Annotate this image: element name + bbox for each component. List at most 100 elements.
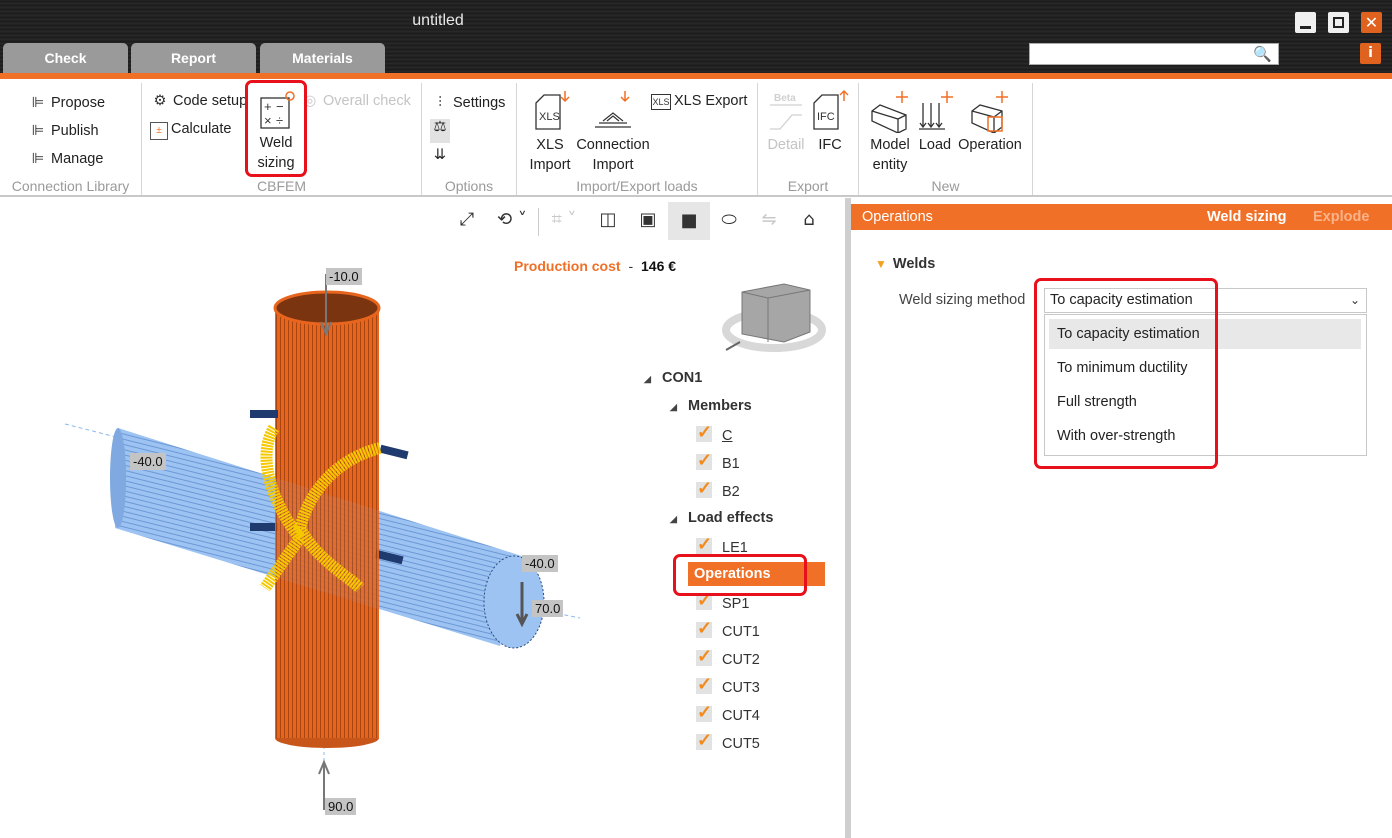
tree-members[interactable]: ◢ Members [670,394,752,418]
chevron-down-icon: ⌄ [1349,293,1360,307]
close-button[interactable]: ✕ [1361,12,1382,33]
panel-header: Operations Weld sizing Explode [851,204,1392,230]
group-label: Import/Export loads [576,178,698,194]
welds-section[interactable]: ▼ Welds [875,256,935,272]
mirror-icon[interactable]: ⇋ [755,206,783,234]
expand-triangle-icon: ▼ [875,257,887,271]
wireframe-view-icon[interactable]: ◫ [594,206,622,234]
column-front [275,458,379,738]
xls-import-icon: XLS [535,91,570,130]
toolbar-divider [538,208,539,236]
xls-export-icon: XLS [651,94,671,110]
balance-button[interactable]: ⚖ [430,119,450,143]
view-cube[interactable] [722,276,828,356]
group-label: New [931,178,960,194]
checkbox[interactable] [696,532,712,556]
search-icon: 🔍 [1253,45,1272,63]
minimize-button[interactable] [1295,12,1316,33]
checkbox[interactable] [696,616,712,640]
collapse-triangle-icon: ◢ [670,402,677,412]
group-export: Beta Detail IFC IFC Export [758,83,859,195]
tree-item-member[interactable]: B1 [696,448,740,476]
code-setup-button[interactable]: ⚙ Code setup [150,93,248,109]
tree-item-operation[interactable]: CUT3 [696,672,760,700]
operation-icon [971,91,1008,133]
crop-icon[interactable]: ⌗ ˅ [542,206,586,234]
home-view-icon[interactable]: ⌂ [795,206,823,234]
tab-report[interactable]: Report [131,43,256,74]
checkbox[interactable] [696,644,712,668]
tree-load-effects[interactable]: ◢ Load effects [670,506,773,530]
load-percent-button[interactable]: ⇊ [430,147,450,163]
info-button[interactable]: i [1360,43,1381,64]
checkbox[interactable] [696,588,712,612]
xls-export-button[interactable]: XLS XLS Export [651,93,747,110]
title-bar: untitled Check Report Materials 🔍 ✕ i [0,0,1392,74]
tab-materials[interactable]: Materials [260,43,385,74]
solid-view-icon[interactable]: ■ [668,202,710,240]
svg-text:Beta: Beta [774,93,796,104]
connection-import-button[interactable]: Connection Import [573,89,653,175]
settings-button[interactable]: ⫶ Settings [430,95,505,111]
code-setup-icon: ⚙ [153,93,167,109]
beam-left-end [110,428,126,528]
detail-icon: Beta [770,93,802,130]
tree-item-operation[interactable]: CUT4 [696,700,760,728]
group-new: Model entity Load Operation New [859,83,1033,195]
load-button[interactable]: Load [915,89,955,155]
balance-icon: ⚖ [433,119,447,135]
xls-import-button[interactable]: XLS XLS Import [525,89,575,175]
maximize-button[interactable] [1328,12,1349,33]
manage-icon: ⊫ [31,151,45,167]
group-label: CBFEM [257,178,306,194]
ribbon: ⊫ Propose ⊫ Publish ⊫ Manage Connection Lib… [0,79,1392,197]
stiffener-plate [379,444,409,460]
load-label-moment: 70.0 [532,600,564,617]
weld-sizing-action[interactable]: Weld sizing [1207,204,1287,230]
3d-viewport[interactable]: ⤢ ⟲ ˅ ⌗ ˅ ◫ ▣ ■ ⬭ ⇋ ⌂ Production cost - … [0,198,845,838]
search-input[interactable]: 🔍 [1029,43,1279,65]
calculate-button[interactable]: ± Calculate [150,121,231,140]
tree-item-member[interactable]: C [696,420,732,448]
model-entity-button[interactable]: Model entity [865,89,915,175]
zoom-extents-icon[interactable]: ⤢ [453,206,481,234]
load-label-right: -40.0 [522,555,558,572]
publish-button[interactable]: ⊫ Publish [28,123,99,139]
section-view-icon[interactable]: ⬭ [715,206,743,234]
propose-button[interactable]: ⊫ Propose [28,95,105,111]
explode-action[interactable]: Explode [1313,204,1369,230]
tab-check[interactable]: Check [3,43,128,74]
window-title: untitled [412,12,464,29]
transparent-view-icon[interactable]: ▣ [634,206,662,234]
tree-item-operation[interactable]: CUT2 [696,644,760,672]
ifc-export-icon: IFC [813,89,849,130]
detail-button[interactable]: Beta Detail [764,89,808,155]
properties-panel: Operations Weld sizing Explode ▼ Welds We… [851,198,1392,838]
checkbox[interactable] [696,476,712,500]
collapse-triangle-icon: ◢ [644,374,651,384]
operation-button[interactable]: Operation [955,89,1025,155]
publish-icon: ⊫ [31,123,45,139]
checkbox[interactable] [696,420,712,444]
load-label-left: -40.0 [130,453,166,470]
checkbox[interactable] [696,448,712,472]
collapse-triangle-icon: ◢ [670,514,677,524]
checkbox[interactable] [696,728,712,752]
ifc-button[interactable]: IFC IFC [808,89,852,155]
checkbox[interactable] [696,672,712,696]
checkbox[interactable] [696,700,712,724]
tree-item-operation[interactable]: CUT1 [696,616,760,644]
overall-check-button[interactable]: ◎ Overall check [300,93,411,109]
dropdown-highlight [1034,278,1218,469]
group-options: ⫶ Settings ⚖ ⇊ Options [422,83,517,195]
tree-item-member[interactable]: B2 [696,476,740,504]
manage-button[interactable]: ⊫ Manage [28,151,104,167]
tree-item-operation[interactable]: CUT5 [696,728,760,756]
connection-model[interactable] [60,258,600,818]
svg-text:IFC: IFC [817,111,835,123]
rotate-icon[interactable]: ⟲ ˅ [490,206,534,234]
tree-root[interactable]: ◢ CON1 [644,366,702,390]
group-connection-library: ⊫ Propose ⊫ Publish ⊫ Manage Connection Lib… [0,83,142,195]
load-icon [919,91,953,130]
panel-title: Operations [862,209,933,225]
